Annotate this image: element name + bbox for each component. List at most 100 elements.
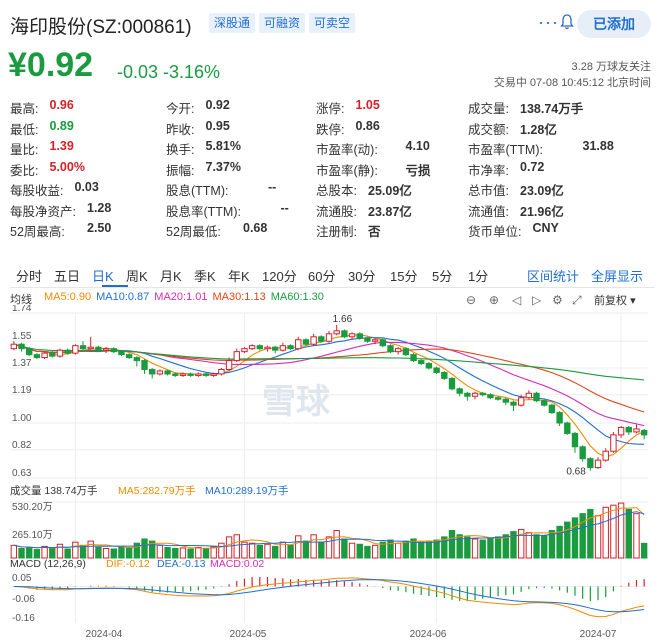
candle-body — [279, 345, 287, 351]
candle-body — [195, 373, 202, 376]
stat-label: 跌停: — [316, 122, 345, 137]
volume-bar — [225, 536, 233, 559]
stat-value: -- — [280, 200, 289, 215]
candle-body — [502, 398, 509, 403]
candle-body — [156, 370, 164, 375]
volume-bar — [64, 548, 71, 559]
volume-bar — [218, 542, 225, 559]
bell-icon[interactable] — [560, 14, 574, 30]
volume-bar — [525, 532, 533, 559]
candle-body — [556, 412, 563, 424]
volume-bar — [402, 540, 410, 559]
stat-value: 亏损 — [405, 163, 431, 178]
volume-bar — [471, 538, 479, 559]
candle-body — [287, 345, 294, 350]
candle-body — [248, 345, 256, 350]
tab-period[interactable]: 60分 — [308, 266, 335, 285]
high-annotation: 1.66 — [333, 314, 353, 325]
stat-label: 今开: — [166, 102, 195, 116]
candle-body — [110, 348, 117, 353]
x-tick-label: 2024-04 — [86, 629, 123, 640]
tab-period[interactable]: 年K — [228, 266, 250, 285]
candle-body — [341, 330, 348, 338]
candle-body — [49, 352, 56, 357]
added-button[interactable]: 已添加 — [577, 10, 651, 38]
stat-value: 4.10 — [405, 139, 430, 153]
stat-label: 昨收: — [166, 122, 195, 137]
stat-value: 否 — [368, 225, 381, 239]
candle-body — [448, 377, 456, 390]
candle-body — [187, 373, 194, 376]
stat-value: 1.28亿 — [520, 122, 557, 137]
candle-body — [318, 336, 325, 342]
stat-label: 市盈率(TTM): — [468, 143, 543, 157]
candle-body — [548, 404, 556, 414]
macd-y-tick: -0.06 — [12, 594, 35, 605]
interval-stats-link[interactable]: 区间统计 — [527, 266, 579, 285]
candle-body — [571, 432, 579, 448]
volume-bar — [341, 538, 348, 559]
stat-value: 21.96亿 — [520, 204, 564, 219]
stat-value: 138.74万手 — [520, 102, 584, 116]
candle-body — [379, 339, 386, 347]
y-tick-label: 1.74 — [12, 305, 32, 314]
tab-period[interactable]: 月K — [160, 266, 182, 285]
y-tick-label: 1.00 — [12, 413, 32, 424]
tab-period[interactable]: 30分 — [348, 266, 375, 285]
candle-body — [333, 330, 340, 335]
candle-body — [541, 400, 548, 406]
kline-chart[interactable]: 1.74 1.55 1.37 1.19 1.00 0.82 0.63 雪球 1.66 0.68 成交… — [0, 305, 665, 641]
candle-body — [56, 349, 64, 357]
tag-margin-financing[interactable]: 可融资 — [259, 13, 306, 33]
ma-legend-item: MA30:1.13 — [212, 291, 266, 303]
stat-label: 成交量: — [468, 102, 509, 116]
candle-body — [617, 426, 625, 436]
tab-period[interactable]: 五日 — [54, 266, 80, 285]
volume-bar — [10, 544, 18, 559]
macd-dif-legend: DIF:-0.12 — [106, 558, 150, 570]
volume-bar — [433, 539, 440, 559]
candle-body — [533, 392, 540, 402]
tab-period[interactable]: 日K — [92, 266, 114, 285]
macd-dea-legend: DEA:-0.13 — [157, 558, 206, 570]
volume-bar — [272, 545, 279, 559]
tab-period[interactable]: 5分 — [432, 266, 452, 285]
volume-bar — [256, 544, 264, 559]
price-change: -0.03 -3.16% — [117, 62, 221, 82]
tab-period[interactable]: 季K — [194, 266, 216, 285]
stat-value: 0.89 — [49, 118, 74, 133]
tab-period[interactable]: 分时 — [16, 266, 42, 285]
volume-bar — [333, 530, 340, 559]
volume-bar — [202, 547, 210, 559]
tab-period[interactable]: 120分 — [262, 266, 297, 285]
tag-shenguotong[interactable]: 深股通 — [209, 13, 256, 33]
candle-body — [579, 446, 586, 460]
volume-bar — [33, 549, 41, 559]
volume-bar — [371, 544, 379, 559]
stat-value: 7.37% — [205, 159, 241, 174]
macd-y-tick: 0.05 — [12, 573, 32, 584]
volume-bar — [310, 534, 317, 559]
more-icon[interactable]: ··· — [538, 12, 559, 33]
volume-bar — [18, 547, 25, 559]
tab-period[interactable]: 15分 — [390, 266, 417, 285]
fullscreen-link[interactable]: 全屏显示 — [591, 266, 643, 285]
watermark-text: 雪球 — [262, 383, 331, 421]
volume-bar — [387, 539, 394, 559]
volume-bar — [571, 517, 579, 559]
candle-body — [356, 333, 363, 339]
candle-body — [302, 339, 310, 345]
candle-body — [256, 345, 264, 350]
tab-period[interactable]: 周K — [126, 266, 148, 285]
stat-label: 总股本: — [316, 184, 357, 198]
stat-value: 25.09亿 — [368, 184, 412, 198]
stat-label: 委比: — [10, 163, 39, 178]
stat-value: 5.00% — [49, 159, 85, 174]
tab-period[interactable]: 1分 — [468, 266, 488, 285]
stat-label: 涨停: — [316, 102, 345, 116]
candle-body — [387, 345, 394, 353]
tag-short-selling[interactable]: 可卖空 — [309, 13, 356, 33]
y-tick-label: 0.82 — [12, 440, 32, 451]
volume-bar — [95, 546, 102, 559]
volume-bar — [49, 547, 56, 559]
